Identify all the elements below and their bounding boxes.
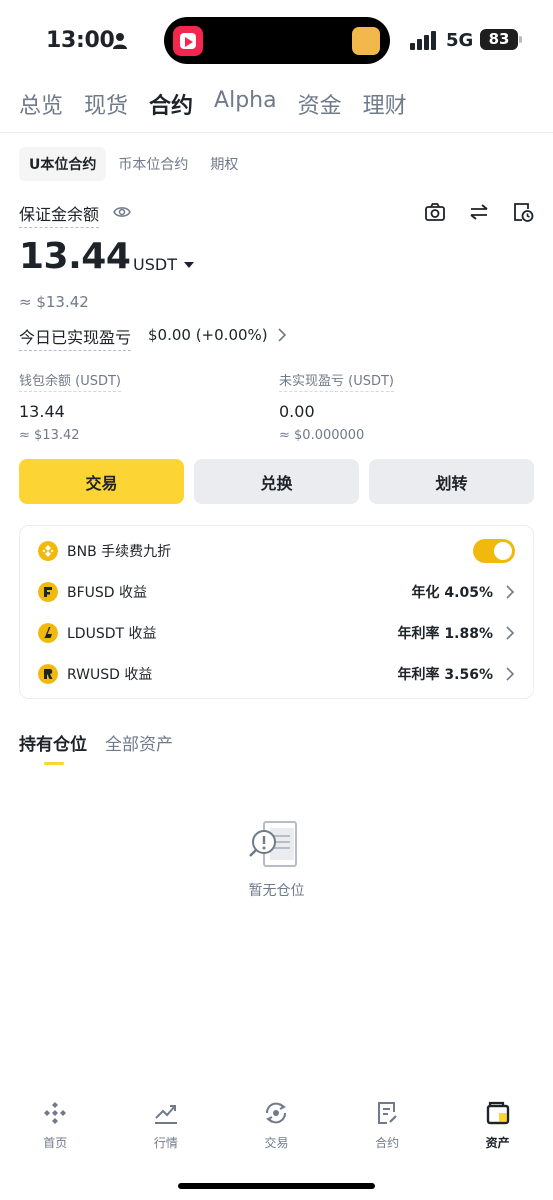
today-pnl-label[interactable]: 今日已实现盈亏 bbox=[19, 324, 132, 351]
signal-icon bbox=[410, 31, 436, 50]
earn-row-bfusd[interactable]: BFUSD 收益 年化 4.05% bbox=[38, 580, 515, 604]
chevron-right-icon[interactable] bbox=[277, 328, 287, 342]
status-bar: 13:00 5G 83 bbox=[0, 0, 553, 84]
subtab-coinm-futures[interactable]: 币本位合约 bbox=[108, 147, 198, 181]
trade-button[interactable]: 交易 bbox=[19, 459, 184, 504]
history-icon[interactable] bbox=[512, 201, 534, 223]
bnb-fee-toggle[interactable] bbox=[473, 539, 515, 563]
wallet-icon bbox=[486, 1101, 509, 1125]
wallet-balance-approx: ≈ $13.42 bbox=[19, 428, 80, 443]
empty-state-text: 暂无仓位 bbox=[248, 883, 305, 899]
nav-home[interactable]: 首页 bbox=[0, 1100, 111, 1160]
earn-row-label: BFUSD 收益 bbox=[67, 585, 148, 601]
earn-row-label: RWUSD 收益 bbox=[67, 667, 153, 683]
nav-assets[interactable]: 资产 bbox=[442, 1100, 553, 1160]
tab-alpha[interactable]: Alpha bbox=[214, 88, 277, 120]
bnb-coin-icon bbox=[38, 541, 58, 561]
chevron-right-icon[interactable] bbox=[505, 667, 515, 681]
dynamic-island bbox=[164, 17, 390, 64]
home-indicator bbox=[178, 1183, 375, 1189]
tab-spot[interactable]: 现货 bbox=[84, 88, 128, 120]
caret-down-icon[interactable] bbox=[184, 262, 194, 268]
swap-arrows-icon[interactable] bbox=[468, 201, 490, 223]
markets-icon bbox=[154, 1105, 177, 1124]
wallet-balance-value: 13.44 bbox=[19, 402, 65, 421]
nav-markets[interactable]: 行情 bbox=[111, 1100, 222, 1160]
futures-icon bbox=[378, 1102, 397, 1124]
unrealized-pnl: 未实现盈亏 (USDT) 0.00 ≈ $0.000000 bbox=[279, 370, 394, 443]
today-pnl-value[interactable]: $0.00 (+0.00%) bbox=[148, 326, 268, 344]
chevron-right-icon[interactable] bbox=[505, 626, 515, 640]
earn-row-rate: 年利率 3.56% bbox=[397, 667, 493, 683]
recording-app-icon bbox=[173, 26, 203, 56]
tab-earn[interactable]: 理财 bbox=[363, 88, 407, 120]
tab-futures[interactable]: 合约 bbox=[149, 88, 193, 120]
divider bbox=[0, 132, 553, 133]
home-icon bbox=[44, 1102, 67, 1124]
active-tab-indicator bbox=[44, 762, 64, 765]
unrealized-pnl-approx: ≈ $0.000000 bbox=[279, 428, 365, 443]
tab-open-positions[interactable]: 持有仓位 bbox=[19, 730, 87, 755]
tab-all-assets[interactable]: 全部资产 bbox=[105, 730, 173, 755]
nav-label: 交易 bbox=[264, 1136, 289, 1150]
bottom-nav: 首页 行情 交易 合约 资产 bbox=[0, 1100, 553, 1160]
transfer-button[interactable]: 划转 bbox=[369, 459, 534, 504]
subtab-usdm-futures[interactable]: U本位合约 bbox=[19, 147, 107, 181]
nav-label: 资产 bbox=[485, 1136, 510, 1150]
battery-indicator: 83 bbox=[480, 29, 522, 50]
position-tabs: 持有仓位 全部资产 bbox=[19, 730, 191, 755]
bnb-fee-label: BNB 手续费九折 bbox=[67, 544, 172, 560]
subtab-options[interactable]: 期权 bbox=[200, 147, 248, 181]
tab-overview[interactable]: 总览 bbox=[19, 88, 63, 120]
nav-label: 行情 bbox=[153, 1136, 178, 1150]
earn-row-label: LDUSDT 收益 bbox=[67, 626, 157, 642]
nav-label: 合约 bbox=[375, 1136, 400, 1150]
tab-funding[interactable]: 资金 bbox=[298, 88, 342, 120]
currency-selector[interactable]: USDT bbox=[133, 255, 177, 274]
unrealized-pnl-value: 0.00 bbox=[279, 402, 315, 421]
nav-trade[interactable]: 交易 bbox=[221, 1100, 332, 1160]
sub-tabs: U本位合约 币本位合约 期权 bbox=[19, 147, 250, 181]
ldusdt-coin-icon bbox=[38, 623, 58, 643]
margin-balance-label[interactable]: 保证金余额 bbox=[19, 201, 100, 228]
margin-balance-approx: ≈ $13.42 bbox=[19, 293, 89, 311]
camera-icon[interactable] bbox=[424, 201, 446, 223]
live-activity-icon bbox=[352, 27, 380, 55]
network-type: 5G bbox=[446, 30, 474, 51]
margin-balance-value: 13.44 bbox=[19, 236, 131, 277]
bnb-fee-row: BNB 手续费九折 bbox=[38, 539, 515, 563]
chevron-right-icon[interactable] bbox=[505, 585, 515, 599]
eye-icon[interactable] bbox=[113, 205, 131, 219]
wallet-balance-label[interactable]: 钱包余额 (USDT) bbox=[19, 370, 121, 392]
earn-row-ldusdt[interactable]: LDUSDT 收益 年利率 1.88% bbox=[38, 621, 515, 645]
bfusd-coin-icon bbox=[38, 582, 58, 602]
earn-row-rwusd[interactable]: RWUSD 收益 年利率 3.56% bbox=[38, 662, 515, 686]
unrealized-pnl-label[interactable]: 未实现盈亏 (USDT) bbox=[279, 370, 394, 392]
person-icon bbox=[113, 33, 127, 49]
earn-card: BNB 手续费九折 BFUSD 收益 年化 4.05% LDUSDT 收益 年利… bbox=[19, 525, 534, 699]
nav-futures[interactable]: 合约 bbox=[332, 1100, 443, 1160]
convert-button[interactable]: 兑换 bbox=[194, 459, 359, 504]
status-time: 13:00 bbox=[46, 28, 115, 53]
earn-row-rate: 年利率 1.88% bbox=[397, 626, 493, 642]
earn-row-rate: 年化 4.05% bbox=[411, 585, 493, 601]
nav-label: 首页 bbox=[43, 1136, 68, 1150]
wallet-balance: 钱包余额 (USDT) 13.44 ≈ $13.42 bbox=[19, 370, 121, 443]
header-actions bbox=[424, 201, 534, 223]
trade-icon bbox=[266, 1102, 287, 1124]
main-tabs: 总览 现货 合约 Alpha 资金 理财 bbox=[19, 88, 428, 120]
rwusd-coin-icon bbox=[38, 664, 58, 684]
empty-document-icon bbox=[249, 821, 297, 867]
